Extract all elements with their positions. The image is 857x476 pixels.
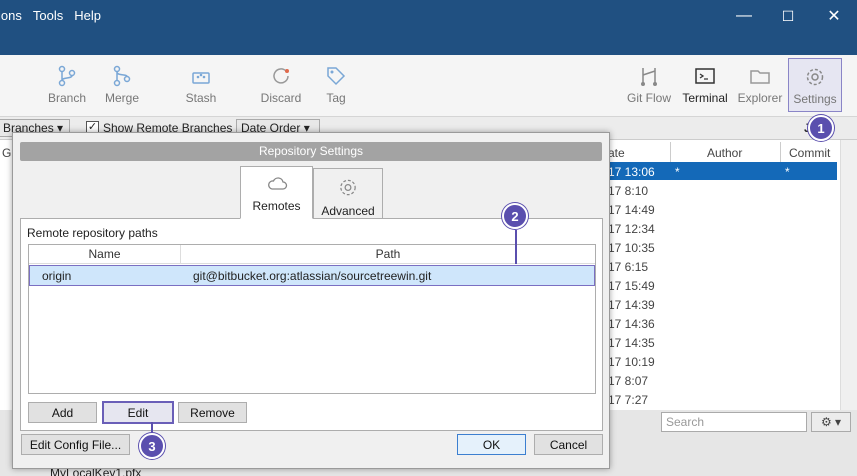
git-flow-icon (641, 68, 657, 86)
tag-button[interactable]: Tag (323, 55, 349, 117)
branch-icon (58, 65, 76, 87)
commit-date-cell: 17 14:49 (608, 203, 655, 217)
settings-label: Settings (793, 92, 837, 106)
gear-icon (340, 179, 356, 196)
commit-date-cell: 17 12:34 (608, 222, 655, 236)
terminal-label: Terminal (682, 91, 728, 105)
selected-commit: * (785, 165, 790, 179)
options-button[interactable]: ⚙ ▾ (811, 412, 851, 432)
menu-item-actions[interactable]: ions (0, 8, 22, 23)
merge-icon (113, 65, 131, 87)
toolbar: Branch Merge Stash Discard Tag Git Flow … (0, 55, 857, 117)
tag-icon (327, 67, 346, 86)
callout-2-leader (515, 230, 517, 264)
title-bar: ions Tools Help — ☐ ✕ (0, 0, 857, 55)
stash-label: Stash (185, 91, 217, 105)
stash-button[interactable]: Stash (183, 55, 219, 117)
cloud-icon (267, 177, 287, 190)
remote-path: git@bitbucket.org:atlassian/sourcetreewi… (193, 269, 432, 283)
table-row[interactable]: origin git@bitbucket.org:atlassian/sourc… (29, 265, 595, 286)
remote-paths-label: Remote repository paths (27, 226, 158, 240)
menu-item-tools[interactable]: Tools (33, 8, 63, 23)
commit-date-cell: 17 8:07 (608, 374, 649, 388)
search-input[interactable]: Search (661, 412, 807, 432)
maximize-button[interactable]: ☐ (776, 6, 800, 26)
commit-date-cell: 17 7:27 (608, 393, 649, 407)
cancel-button[interactable]: Cancel (534, 434, 603, 455)
discard-icon (273, 68, 289, 84)
gear-icon (806, 68, 824, 86)
tag-label: Tag (326, 91, 346, 105)
close-button[interactable]: ✕ (822, 6, 846, 26)
remotes-table: Name Path origin git@bitbucket.org:atlas… (28, 244, 596, 394)
column-divider (670, 142, 671, 162)
remove-button[interactable]: Remove (178, 402, 247, 423)
terminal-icon (695, 68, 715, 84)
commit-date-cell: 17 10:35 (608, 241, 655, 255)
edit-config-file-button[interactable]: Edit Config File... (21, 434, 130, 455)
repository-settings-dialog: Repository Settings Remotes Advanced Rem… (12, 132, 610, 469)
commit-date-cell: 17 14:36 (608, 317, 655, 331)
commit-date-cell: 17 15:49 (608, 279, 655, 293)
tab-remotes-label: Remotes (252, 199, 301, 213)
tab-remotes[interactable]: Remotes (240, 166, 313, 219)
git-flow-label: Git Flow (626, 91, 671, 105)
merge-label: Merge (104, 91, 139, 105)
gear-icon: ⚙ ▾ (820, 415, 842, 429)
minimize-button[interactable]: — (732, 6, 756, 26)
explorer-label: Explorer (737, 91, 783, 105)
path-column-header[interactable]: Path (181, 245, 595, 264)
git-flow-button[interactable]: Git Flow (626, 55, 672, 117)
tab-advanced[interactable]: Advanced (313, 168, 383, 219)
commit-date-cell: 17 14:39 (608, 298, 655, 312)
name-column-header[interactable]: Name (29, 245, 181, 264)
discard-button[interactable]: Discard (258, 55, 304, 117)
commit-date-cell: 17 8:10 (608, 184, 649, 198)
terminal-button[interactable]: Terminal (681, 55, 729, 117)
discard-label: Discard (260, 91, 302, 105)
branch-button[interactable]: Branch (44, 55, 90, 117)
callout-3-badge: 3 (139, 433, 165, 459)
commit-date-cell: 17 10:19 (608, 355, 655, 369)
stash-icon (192, 72, 210, 84)
merge-button[interactable]: Merge (100, 55, 144, 117)
selected-author: * (675, 165, 680, 179)
edit-button[interactable]: Edit (102, 401, 174, 424)
menu-item-help[interactable]: Help (74, 8, 101, 23)
dialog-title: Repository Settings (20, 142, 602, 161)
ok-button[interactable]: OK (457, 434, 526, 455)
callout-1-badge: 1 (808, 115, 834, 141)
vertical-scrollbar[interactable] (840, 140, 857, 410)
add-button[interactable]: Add (28, 402, 97, 423)
commit-date-cell: 17 6:15 (608, 260, 649, 274)
folder-icon (750, 70, 770, 84)
column-divider (780, 142, 781, 162)
callout-2-badge: 2 (502, 203, 528, 229)
commit-date-cell: 17 14:35 (608, 336, 655, 350)
tab-advanced-label: Advanced (321, 204, 375, 218)
table-header: Name Path (29, 245, 595, 264)
selected-date: 17 13:06 (608, 165, 655, 179)
explorer-button[interactable]: Explorer (738, 55, 782, 117)
settings-button[interactable]: Settings (788, 58, 842, 112)
graph-column-header[interactable]: G (2, 146, 11, 166)
branch-label: Branch (47, 91, 87, 105)
menu-bar: ions Tools Help (0, 8, 112, 23)
remote-name: origin (42, 269, 72, 283)
